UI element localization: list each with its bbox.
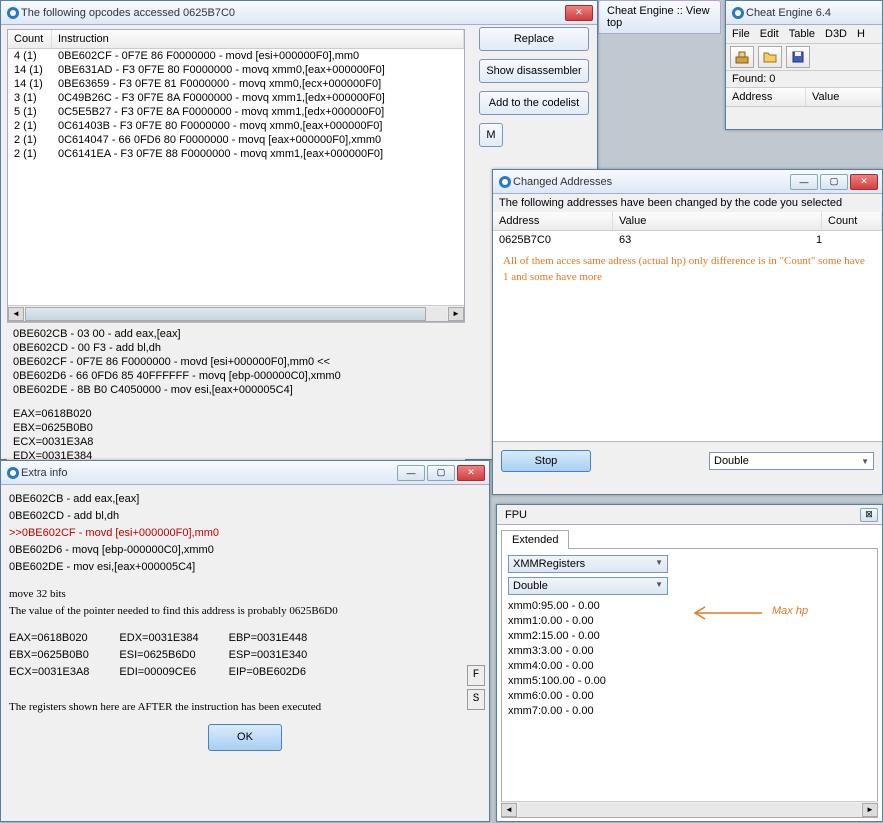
- register-grid: EAX=0618B020 EBX=0625B0B0 ECX=0031E3A8 E…: [9, 630, 481, 681]
- cell-count: 4 (1): [8, 50, 52, 62]
- asm-preview: 0BE602CB - 03 00 - add eax,[eax] 0BE602C…: [7, 322, 465, 477]
- close-icon[interactable]: ⊠: [860, 508, 878, 522]
- maximize-icon[interactable]: ▢: [427, 465, 455, 481]
- extra-title: Extra info: [21, 467, 397, 479]
- fpu-h-scrollbar[interactable]: ◄ ►: [501, 801, 878, 817]
- ce-toolbar: [726, 44, 882, 71]
- ce-icon: [5, 5, 21, 21]
- close-icon[interactable]: ✕: [565, 5, 593, 21]
- ce-icon: [730, 5, 746, 21]
- ce-icon: [5, 465, 21, 481]
- opcodes-titlebar[interactable]: The following opcodes accessed 0625B7C0 …: [1, 1, 597, 25]
- minimize-icon[interactable]: —: [790, 174, 818, 190]
- menu-d3d[interactable]: D3D: [825, 28, 847, 40]
- pointer-note: The value of the pointer needed to find …: [9, 603, 481, 620]
- table-row: 0625B7C0 63 1: [499, 233, 876, 247]
- h-scrollbar[interactable]: ◄ ►: [8, 305, 464, 321]
- show-disassembler-button[interactable]: Show disassembler: [479, 59, 589, 83]
- open-process-icon[interactable]: [730, 46, 754, 68]
- scrollbar-thumb[interactable]: [25, 307, 426, 321]
- extra-titlebar[interactable]: Extra info — ▢ ✕: [1, 461, 489, 485]
- cell-instr: 0BE602CF - 0F7E 86 F0000000 - movd [esi+…: [52, 50, 464, 62]
- register-set-combo[interactable]: XMMRegisters ▼: [508, 555, 668, 573]
- menu-edit[interactable]: Edit: [760, 28, 779, 40]
- save-icon[interactable]: [786, 46, 810, 68]
- menu-table[interactable]: Table: [789, 28, 815, 40]
- ce-main-window: Cheat Engine 6.4 File Edit Table D3D H F…: [725, 0, 883, 130]
- tab-label: Cheat Engine :: View top: [607, 5, 710, 29]
- xmm-list: xmm0:95.00 - 0.00 xmm1:0.00 - 0.00 xmm2:…: [508, 599, 871, 719]
- scroll-left-icon[interactable]: ◄: [501, 803, 517, 817]
- col-instruction[interactable]: Instruction: [52, 30, 464, 48]
- changed-header: Address Value Count: [493, 212, 882, 231]
- col-value[interactable]: Value: [613, 212, 822, 230]
- fpu-title: FPU: [501, 509, 527, 521]
- add-codelist-button[interactable]: Add to the codelist: [479, 91, 589, 115]
- col-address[interactable]: Address: [493, 212, 613, 230]
- display-type-combo[interactable]: Double ▼: [508, 577, 668, 595]
- forum-tab: Cheat Engine :: View top: [598, 0, 721, 34]
- scroll-right-icon[interactable]: ►: [862, 803, 878, 817]
- stop-button[interactable]: Stop: [501, 450, 591, 472]
- close-icon[interactable]: ✕: [457, 465, 485, 481]
- chevron-down-icon: ▼: [861, 457, 869, 466]
- tab-extended[interactable]: Extended: [501, 530, 569, 549]
- chevron-down-icon: ▼: [655, 580, 663, 592]
- scroll-left-icon[interactable]: ◄: [8, 307, 24, 321]
- fpu-titlebar[interactable]: FPU ⊠: [497, 505, 882, 525]
- extra-info-window: Extra info — ▢ ✕ 0BE602CB - add eax,[eax…: [0, 460, 490, 822]
- f-button[interactable]: F: [467, 665, 485, 686]
- changed-addresses-window: Changed Addresses — ▢ ✕ The following ad…: [492, 169, 883, 495]
- fpu-window: FPU ⊠ Extended XMMRegisters ▼ Double ▼ x…: [496, 504, 883, 822]
- menu-h[interactable]: H: [857, 28, 865, 40]
- changed-titlebar[interactable]: Changed Addresses — ▢ ✕: [493, 170, 882, 194]
- col-address[interactable]: Address: [726, 88, 806, 106]
- bottom-row: Stop Double ▼: [493, 441, 882, 480]
- ok-button[interactable]: OK: [208, 724, 282, 751]
- changed-list[interactable]: 0625B7C0 63 1 All of them acces same adr…: [493, 231, 882, 441]
- extra-body: 0BE602CB - add eax,[eax] 0BE602CD - add …: [1, 485, 489, 821]
- s-button[interactable]: S: [467, 689, 485, 710]
- menu-file[interactable]: File: [732, 28, 750, 40]
- col-value[interactable]: Value: [806, 88, 882, 106]
- ce-icon: [497, 174, 513, 190]
- scroll-right-icon[interactable]: ►: [448, 307, 464, 321]
- ce-results-header: Address Value: [726, 88, 882, 107]
- col-count[interactable]: Count: [8, 30, 52, 48]
- changed-title: Changed Addresses: [513, 176, 790, 188]
- footer-note: The registers shown here are AFTER the i…: [9, 699, 481, 716]
- close-icon[interactable]: ✕: [850, 174, 878, 190]
- changed-desc: The following addresses have been change…: [493, 194, 882, 212]
- ce-main-title: Cheat Engine 6.4: [746, 7, 878, 19]
- maximize-icon[interactable]: ▢: [820, 174, 848, 190]
- m-button-partial[interactable]: M: [479, 123, 503, 147]
- fpu-body: Extended XMMRegisters ▼ Double ▼ xmm0:95…: [497, 525, 882, 821]
- open-file-icon[interactable]: [758, 46, 782, 68]
- found-count: Found: 0: [726, 71, 882, 88]
- ce-main-titlebar[interactable]: Cheat Engine 6.4: [726, 1, 882, 25]
- move-bits-note: move 32 bits: [9, 586, 481, 603]
- minimize-icon[interactable]: —: [397, 465, 425, 481]
- chevron-down-icon: ▼: [655, 558, 663, 570]
- opcodes-title: The following opcodes accessed 0625B7C0: [21, 7, 565, 19]
- col-count[interactable]: Count: [822, 212, 882, 230]
- replace-button[interactable]: Replace: [479, 27, 589, 51]
- highlighted-instruction: >>0BE602CF - movd [esi+000000F0],mm0: [9, 525, 481, 542]
- type-combo[interactable]: Double ▼: [709, 452, 874, 470]
- ce-menu: File Edit Table D3D H: [726, 25, 882, 44]
- opcodes-header: Count Instruction: [8, 30, 464, 49]
- user-annotation: All of them acces same adress (actual hp…: [499, 253, 876, 285]
- opcodes-list[interactable]: 4 (1)0BE602CF - 0F7E 86 F0000000 - movd …: [8, 49, 464, 305]
